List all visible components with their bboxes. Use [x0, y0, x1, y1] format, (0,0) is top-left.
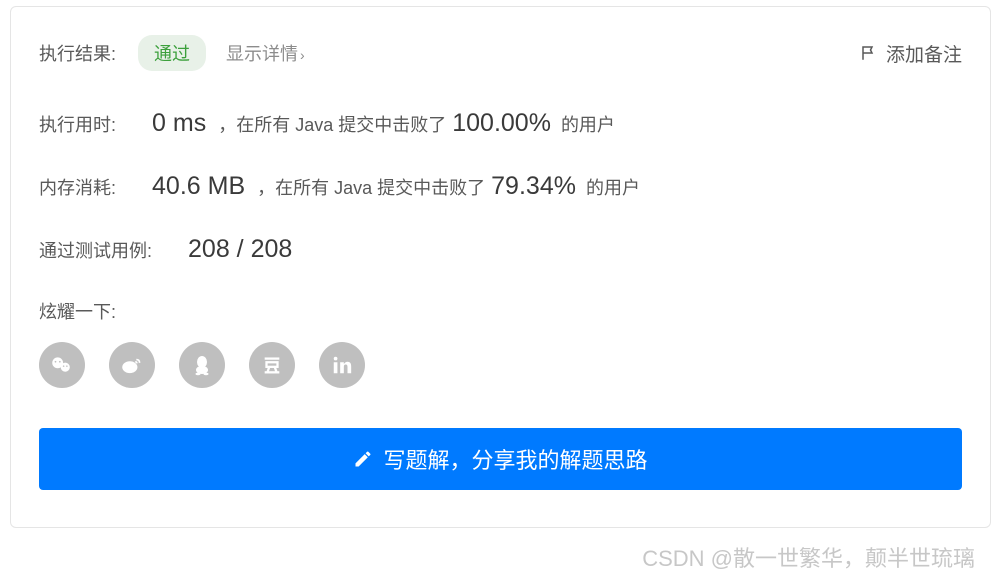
- write-solution-button[interactable]: 写题解，分享我的解题思路: [39, 428, 962, 490]
- qq-icon[interactable]: [179, 342, 225, 388]
- pen-icon: [353, 449, 373, 469]
- result-panel: 执行结果: 通过 显示详情› 添加备注 执行用时: 0 ms ，在所有 Java…: [10, 6, 991, 528]
- runtime-suffix: 的用户: [561, 111, 615, 137]
- chevron-right-icon: ›: [300, 47, 305, 63]
- show-detail-link[interactable]: 显示详情›: [226, 40, 305, 66]
- watermark-text: CSDN @散一世繁华，颠半世琉璃: [642, 541, 975, 573]
- runtime-value: 0 ms: [152, 109, 206, 138]
- runtime-mid: ，在所有 Java 提交中击败了: [218, 111, 446, 137]
- result-label: 执行结果:: [39, 40, 116, 66]
- memory-value: 40.6 MB: [152, 172, 245, 201]
- detail-link-text: 显示详情: [226, 44, 298, 64]
- testcase-value: 208 / 208: [188, 235, 292, 264]
- douban-icon[interactable]: [249, 342, 295, 388]
- wechat-icon[interactable]: [39, 342, 85, 388]
- linkedin-icon[interactable]: [319, 342, 365, 388]
- memory-suffix: 的用户: [586, 174, 640, 200]
- weibo-icon[interactable]: [109, 342, 155, 388]
- runtime-label: 执行用时:: [39, 111, 116, 137]
- testcase-row: 通过测试用例: 208 / 208: [39, 235, 962, 264]
- status-badge: 通过: [138, 35, 206, 71]
- memory-row: 内存消耗: 40.6 MB ，在所有 Java 提交中击败了 79.34% 的用…: [39, 172, 962, 201]
- social-row: [39, 342, 962, 388]
- memory-label: 内存消耗:: [39, 174, 116, 200]
- add-remark-text: 添加备注: [886, 40, 962, 67]
- memory-mid: ，在所有 Java 提交中击败了: [257, 174, 485, 200]
- flag-icon: [860, 44, 878, 62]
- write-solution-text: 写题解，分享我的解题思路: [383, 443, 647, 475]
- header-row: 执行结果: 通过 显示详情› 添加备注: [39, 35, 962, 71]
- runtime-row: 执行用时: 0 ms ，在所有 Java 提交中击败了 100.00% 的用户: [39, 109, 962, 138]
- add-remark-button[interactable]: 添加备注: [860, 40, 962, 67]
- runtime-percent: 100.00%: [452, 109, 551, 138]
- testcase-label: 通过测试用例:: [39, 237, 152, 263]
- share-label: 炫耀一下:: [39, 298, 962, 324]
- memory-percent: 79.34%: [491, 172, 576, 201]
